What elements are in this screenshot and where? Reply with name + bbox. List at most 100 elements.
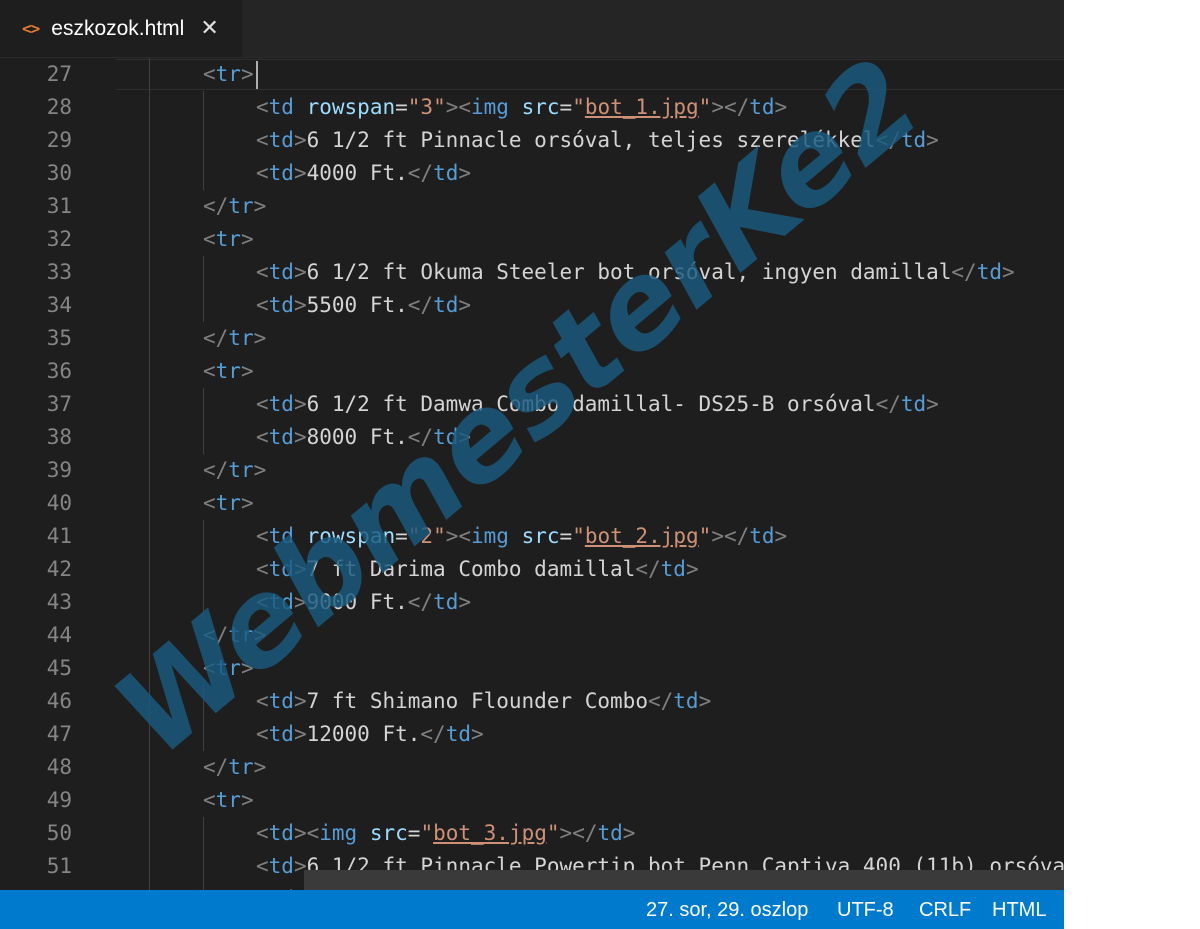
code-text: <td>5500 Ft.</td> [256,293,472,317]
code-text: <td>9000 Ft.</td> [256,590,472,614]
indent-guide [203,289,204,322]
code-text: <td>4000 Ft.</td> [256,161,472,185]
code-text: <td> [256,883,307,890]
code-text: <tr> [203,227,254,251]
code-line[interactable]: 36 <tr> [0,355,1064,388]
indent-guide [149,91,150,124]
code-text: <td rowspan="3"><img src="bot_1.jpg"></t… [256,95,788,119]
indent-guide [149,454,150,487]
editor-window: <> eszkozok.html ✕ 27 <tr> 28 <td rowspan="… [0,0,1064,929]
encoding-status[interactable]: UTF-8 [837,899,894,922]
code-editor[interactable]: 27 <tr> 28 <td rowspan="3"><img src="bot_1.… [0,58,1064,890]
indent-guide [203,883,204,890]
line-number: 34 [46,293,72,317]
code-text: <tr> [203,62,254,86]
indent-guide [149,652,150,685]
line-number: 33 [46,260,72,284]
indent-guide [203,124,204,157]
line-number: 45 [46,656,72,680]
code-line[interactable]: 29 <td>6 1/2 ft Pinnacle orsóval, teljes … [0,124,1064,157]
status-bar: 27. sor, 29. oszlop UTF-8 CRLF HTML [0,890,1064,929]
line-number: 31 [46,194,72,218]
indent-guide [203,718,204,751]
code-text: <tr> [203,491,254,515]
code-line[interactable]: 30 <td>4000 Ft.</td> [0,157,1064,190]
indent-guide [149,223,150,256]
code-line[interactable]: 49 <tr> [0,784,1064,817]
line-number: 51 [46,854,72,878]
line-number: 32 [46,227,72,251]
line-number: 41 [46,524,72,548]
code-text: <td>7 ft Shimano Flounder Combo</td> [256,689,712,713]
code-text: <td><img src="bot_3.jpg"></td> [256,821,636,845]
indent-guide [149,718,150,751]
indent-guide [149,388,150,421]
indent-guide [149,883,150,890]
line-ending-status[interactable]: CRLF [919,899,971,922]
indent-guide [203,817,204,850]
language-mode-status[interactable]: HTML [992,899,1046,922]
line-number: 49 [46,788,72,812]
code-line[interactable]: 32 <tr> [0,223,1064,256]
indent-guide [203,91,204,124]
code-line[interactable]: 31 </tr> [0,190,1064,223]
line-number: 29 [46,128,72,152]
indent-guide [203,553,204,586]
code-line[interactable]: 48 </tr> [0,751,1064,784]
code-line[interactable]: 46 <td>7 ft Shimano Flounder Combo</td> [0,685,1064,718]
code-text: <tr> [203,359,254,383]
cursor-position-status[interactable]: 27. sor, 29. oszlop [646,899,808,922]
code-line[interactable]: 40 <tr> [0,487,1064,520]
line-number: 36 [46,359,72,383]
indent-guide [149,586,150,619]
code-line[interactable]: 50 <td><img src="bot_3.jpg"></td> [0,817,1064,850]
indent-guide [149,685,150,718]
close-icon[interactable]: ✕ [200,17,218,40]
indent-guide [149,322,150,355]
code-line[interactable]: 43 <td>9000 Ft.</td> [0,586,1064,619]
horizontal-scrollbar[interactable] [304,870,1064,890]
code-line[interactable]: 27 <tr> [0,58,1064,91]
code-line[interactable]: 38 <td>8000 Ft.</td> [0,421,1064,454]
indent-guide [149,58,150,91]
line-number: 40 [46,491,72,515]
code-line[interactable]: 44 </tr> [0,619,1064,652]
line-number: 52 [0,883,72,890]
code-line[interactable]: 35 </tr> [0,322,1064,355]
tab-bar: <> eszkozok.html ✕ [0,0,1064,58]
code-line[interactable]: 47 <td>12000 Ft.</td> [0,718,1064,751]
line-number: 27 [46,62,72,86]
line-number: 48 [46,755,72,779]
code-line[interactable]: 37 <td>6 1/2 ft Damwa Combo damillal- DS2… [0,388,1064,421]
code-line[interactable]: 42 <td>7 ft Darima Combo damillal</td> [0,553,1064,586]
code-text: <td rowspan="2"><img src="bot_2.jpg"></t… [256,524,788,548]
file-tab[interactable]: <> eszkozok.html ✕ [0,0,242,57]
indent-guide [149,751,150,784]
html-file-icon: <> [22,19,40,38]
code-line[interactable]: 28 <td rowspan="3"><img src="bot_1.jpg"><… [0,91,1064,124]
code-line[interactable]: 34 <td>5500 Ft.</td> [0,289,1064,322]
code-line[interactable]: 33 <td>6 1/2 ft Okuma Steeler bot orsóval… [0,256,1064,289]
code-text: </tr> [203,623,267,647]
indent-guide [149,124,150,157]
indent-guide [203,421,204,454]
indent-guide [149,355,150,388]
indent-guide [203,157,204,190]
code-text: <td>12000 Ft.</td> [256,722,484,746]
indent-guide [203,850,204,883]
indent-guide [149,619,150,652]
code-line[interactable]: 39 </tr> [0,454,1064,487]
indent-guide [149,421,150,454]
line-number: 28 [46,95,72,119]
indent-guide [149,289,150,322]
code-line[interactable]: 41 <td rowspan="2"><img src="bot_2.jpg"><… [0,520,1064,553]
code-line[interactable]: 45 <tr> [0,652,1064,685]
code-text: </tr> [203,458,267,482]
indent-guide [149,157,150,190]
tab-label: eszkozok.html [51,16,185,40]
indent-guide [203,256,204,289]
code-text: <tr> [203,656,254,680]
code-text: </tr> [203,755,267,779]
line-number: 35 [46,326,72,350]
line-number: 30 [46,161,72,185]
